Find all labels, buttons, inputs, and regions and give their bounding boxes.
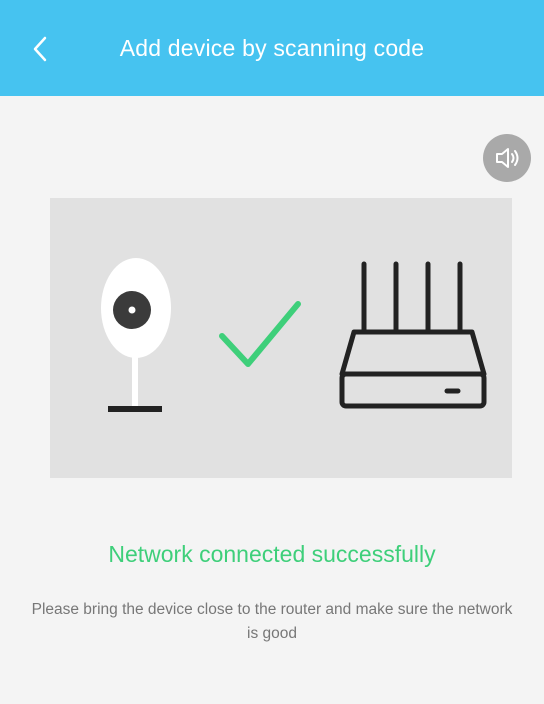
connection-illustration (50, 198, 512, 478)
checkmark-icon (219, 301, 301, 367)
speaker-icon (496, 148, 519, 168)
camera-icon (101, 258, 171, 412)
status-message: Network connected successfully (108, 541, 436, 567)
back-button[interactable] (26, 34, 56, 64)
sound-button[interactable] (483, 134, 531, 182)
router-icon (339, 261, 487, 409)
page-title: Add device by scanning code (119, 34, 425, 61)
status-hint: Please bring the device close to the rou… (31, 601, 513, 642)
chevron-left-icon (33, 36, 47, 62)
top-bar: Add device by scanning code (0, 0, 544, 96)
